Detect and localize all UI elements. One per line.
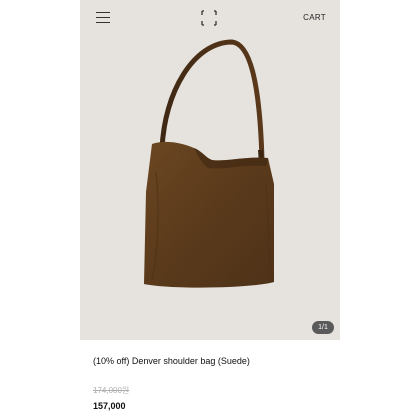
sale-price: 157,000 — [93, 401, 126, 411]
product-photo-bag — [144, 39, 274, 288]
cart-link[interactable]: CART — [303, 13, 326, 22]
top-navigation-bar: CART — [80, 0, 340, 36]
product-page: CART 1/1 (10% off) Denver shoulder bag (… — [80, 0, 340, 420]
gallery-counter: 1/1 — [312, 321, 334, 334]
hamburger-menu-icon[interactable] — [96, 12, 110, 24]
original-price: 174,000원 — [93, 386, 130, 395]
bracket-logo-icon[interactable] — [200, 10, 218, 26]
product-title: (10% off) Denver shoulder bag (Suede) — [93, 356, 250, 366]
product-image-gallery[interactable]: CART 1/1 — [80, 0, 340, 340]
